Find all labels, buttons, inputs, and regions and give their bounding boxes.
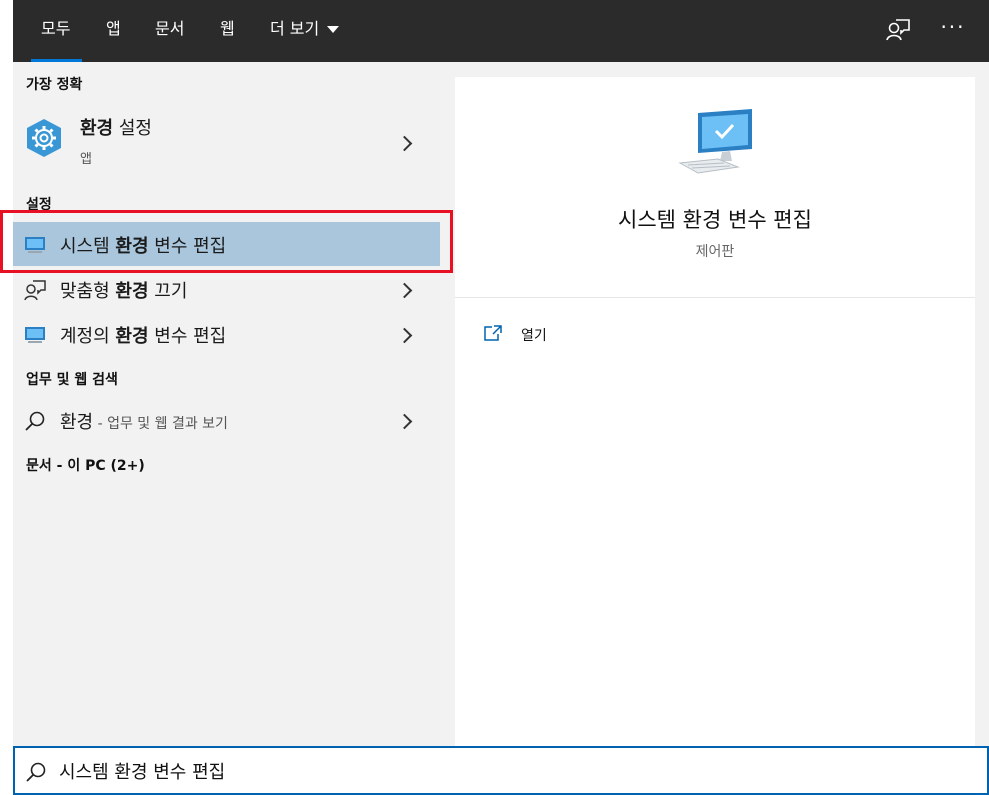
label-post: 끄기 (148, 281, 188, 302)
more-options-icon[interactable]: ··· (937, 14, 969, 44)
settings-gear-icon (27, 119, 61, 157)
label-pre: 계정의 (60, 326, 116, 347)
label-bold: 환경 (115, 326, 149, 347)
settings-item-personalized[interactable]: 맞춤형 환경 끄기 (13, 267, 440, 311)
search-icon (25, 411, 45, 431)
tab-apps[interactable]: 앱 (106, 0, 121, 62)
best-match-title: 환경 설정 (80, 114, 152, 140)
best-match-rest: 설정 (113, 118, 152, 139)
section-web-search: 업무 및 웹 검색 (26, 372, 118, 388)
tab-more[interactable]: 더 보기 (270, 0, 340, 62)
chevron-right-icon[interactable] (396, 413, 413, 430)
preview-pane: 시스템 환경 변수 편집 제어판 열기 (455, 77, 975, 746)
best-match-type: 앱 (80, 152, 92, 167)
open-external-icon (484, 325, 502, 341)
label-bold: 환경 (115, 281, 149, 302)
best-match-term: 환경 (80, 118, 114, 139)
web-search-suffix: - 업무 및 웹 결과 보기 (93, 416, 228, 432)
monitor-icon (25, 327, 45, 343)
tab-all[interactable]: 모두 (30, 0, 84, 62)
section-documents[interactable]: 문서 - 이 PC (2+) (26, 455, 145, 475)
preview-subtitle: 제어판 (695, 244, 735, 260)
caret-down-icon (327, 26, 340, 33)
tab-web[interactable]: 웹 (220, 0, 235, 62)
search-box[interactable] (13, 746, 989, 795)
chevron-right-icon[interactable] (396, 282, 413, 299)
settings-item-label: 맞춤형 환경 끄기 (60, 277, 187, 303)
label-pre: 맞춤형 (60, 281, 116, 302)
computer-icon (678, 109, 752, 174)
pane-gutter-top (455, 62, 975, 77)
preview-divider (455, 297, 975, 298)
results-pane: 가장 정확 환경 설정 앱 설정 시스템 환경 변수 편집 맞춤형 환경 끄기 … (13, 62, 440, 746)
best-match-item[interactable]: 환경 설정 앱 (13, 110, 440, 174)
pane-gutter (440, 62, 455, 746)
label-post: 변수 편집 (148, 326, 227, 347)
search-icon (26, 762, 46, 782)
personalized-icon (24, 280, 46, 301)
chevron-right-icon[interactable] (396, 135, 413, 152)
settings-item-account-env[interactable]: 계정의 환경 변수 편집 (13, 312, 440, 356)
highlight-box (0, 210, 453, 273)
chevron-right-icon[interactable] (396, 327, 413, 344)
preview-title: 시스템 환경 변수 편집 (618, 208, 812, 232)
search-scope-bar: 모두 앱 문서 웹 더 보기 ··· (13, 0, 989, 62)
web-search-item[interactable]: 환경 - 업무 및 웹 결과 보기 (13, 398, 440, 442)
tab-more-label: 더 보기 (270, 19, 320, 38)
pane-gutter-right (975, 62, 989, 746)
settings-item-label: 계정의 환경 변수 편집 (60, 322, 226, 348)
feedback-icon[interactable] (884, 16, 912, 44)
open-action-label: 열기 (521, 328, 547, 344)
tab-documents[interactable]: 문서 (155, 0, 184, 62)
web-search-label: 환경 - 업무 및 웹 결과 보기 (60, 408, 228, 434)
web-search-term: 환경 (60, 412, 94, 433)
search-input[interactable] (59, 757, 959, 785)
section-best-match: 가장 정확 (26, 77, 83, 93)
